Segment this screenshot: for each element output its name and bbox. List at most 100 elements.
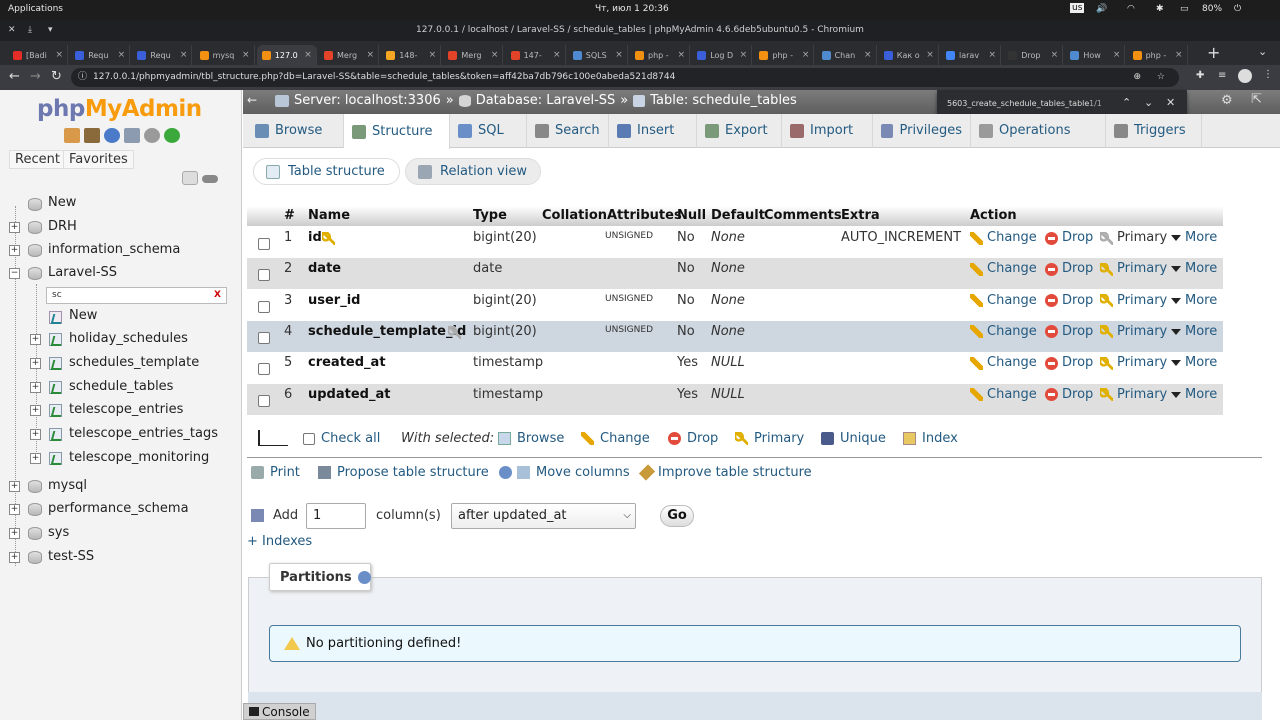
browser-tab[interactable]: Как о ×	[879, 45, 939, 65]
browser-tab[interactable]: larav ×	[941, 45, 1001, 65]
table-row[interactable]: 5 created_at timestamp Yes NULL Change Drop Pri…	[247, 352, 1223, 384]
sidebar-table-item[interactable]: schedules_template	[69, 354, 199, 372]
browser-tab[interactable]: SQLS ×	[568, 45, 628, 65]
drop-button[interactable]: Drop	[1045, 352, 1093, 374]
browser-tab[interactable]: Merg ×	[319, 45, 379, 65]
bulk-drop-button[interactable]: Drop	[668, 431, 718, 446]
drop-button[interactable]: Drop	[1045, 227, 1093, 249]
row-checkbox[interactable]	[258, 269, 270, 282]
sidebar-table-item[interactable]: schedule_tables	[69, 378, 173, 396]
tab-close-icon[interactable]: ×	[55, 50, 63, 60]
sidebar-db-item[interactable]: Laravel-SS	[48, 264, 117, 282]
primary-button[interactable]: Primary	[1100, 258, 1167, 280]
row-checkbox[interactable]	[258, 300, 270, 313]
find-query[interactable]: 5603_create_schedule_tables_table	[947, 99, 1089, 108]
column-header[interactable]: Default	[711, 206, 765, 226]
recent-tab[interactable]: Recent	[9, 150, 66, 169]
new-tab-button[interactable]: +	[1207, 43, 1220, 62]
change-button[interactable]: Change	[970, 290, 1037, 312]
logout-icon[interactable]	[84, 128, 100, 143]
database-icon[interactable]	[28, 267, 42, 280]
breadcrumb-database[interactable]: Database: Laravel-SS	[476, 93, 616, 108]
favorites-tab[interactable]: Favorites	[63, 150, 134, 169]
browser-tab[interactable]: php - ×	[754, 45, 815, 65]
maximize-icon[interactable]: ⇱	[1251, 92, 1262, 107]
more-dropdown[interactable]: More	[1171, 321, 1217, 343]
browser-tab[interactable]: 148- ×	[381, 45, 442, 65]
expand-icon[interactable]: +	[30, 429, 41, 440]
primary-button[interactable]: Primary	[1100, 384, 1167, 406]
database-icon[interactable]	[28, 527, 42, 540]
expand-icon[interactable]: +	[9, 528, 20, 539]
tab-close-icon[interactable]: ×	[180, 50, 188, 60]
primary-button[interactable]: Primary	[1100, 321, 1167, 343]
browser-tab[interactable]: Requ ×	[132, 45, 193, 65]
tab-close-icon[interactable]: ×	[429, 50, 437, 60]
tab-close-icon[interactable]: ×	[615, 50, 623, 60]
column-header[interactable]: Name	[308, 206, 350, 226]
expand-icon[interactable]: +	[9, 481, 20, 492]
browser-tab[interactable]: php - ×	[630, 45, 690, 65]
browser-tab[interactable]: Log D ×	[692, 45, 753, 65]
database-icon[interactable]	[28, 221, 42, 234]
expand-icon[interactable]: +	[30, 405, 41, 416]
reload-icon[interactable]: ↻	[51, 69, 62, 84]
change-button[interactable]: Change	[970, 352, 1037, 374]
menu-tab-privileges[interactable]: Privileges	[873, 114, 971, 148]
expand-icon[interactable]: +	[30, 382, 41, 393]
table-row[interactable]: 2 date date No None Change Drop Primary More	[247, 258, 1223, 290]
change-button[interactable]: Change	[970, 258, 1037, 280]
home-icon[interactable]	[64, 128, 80, 143]
query-window-icon[interactable]	[104, 128, 120, 143]
table-row[interactable]: 1 id bigint(20) UNSIGNED No None AUTO_INCREMEN…	[247, 227, 1223, 258]
subtab-table-structure[interactable]: Table structure	[253, 158, 400, 185]
sidebar-table-item[interactable]: holiday_schedules	[69, 330, 188, 348]
refresh-nav-icon[interactable]	[164, 128, 180, 143]
database-icon[interactable]	[28, 503, 42, 516]
column-name[interactable]: updated_at	[308, 384, 390, 406]
table-icon[interactable]	[49, 452, 62, 465]
tab-close-icon[interactable]: ×	[1051, 50, 1059, 60]
move-columns-link[interactable]: Move columns	[517, 465, 630, 480]
row-checkbox[interactable]	[258, 394, 270, 407]
tab-close-icon[interactable]: ×	[1113, 50, 1121, 60]
sidebar-db-item[interactable]: information_schema	[48, 241, 180, 259]
menu-tab-browse[interactable]: Browse	[247, 114, 344, 148]
sidebar-table-item[interactable]: telescope_entries	[69, 401, 183, 419]
add-column-count-input[interactable]: 1	[306, 503, 366, 529]
go-button[interactable]: Go	[660, 505, 694, 527]
column-name[interactable]: user_id	[308, 290, 360, 312]
menu-tab-export[interactable]: Export	[697, 114, 782, 148]
tab-close-icon[interactable]: ×	[304, 50, 312, 60]
profile-avatar[interactable]	[1238, 69, 1252, 83]
bulk-browse-button[interactable]: Browse	[498, 431, 564, 446]
improve-structure-link[interactable]: Improve table structure	[638, 464, 812, 481]
table-row[interactable]: 6 updated_at timestamp Yes NULL Change Drop Pri…	[247, 383, 1223, 415]
new-database-link[interactable]: New	[48, 194, 76, 212]
media-icon[interactable]: ≡	[1218, 70, 1226, 81]
expand-icon[interactable]: +	[30, 334, 41, 345]
browser-tab[interactable]: Chan ×	[817, 45, 877, 65]
more-dropdown[interactable]: More	[1171, 227, 1217, 249]
sidebar-db-item[interactable]: sys	[48, 524, 69, 542]
tab-close-icon[interactable]: ×	[802, 50, 810, 60]
column-header[interactable]: Action	[970, 206, 1017, 226]
menu-tab-insert[interactable]: Insert	[609, 114, 697, 148]
more-dropdown[interactable]: More	[1171, 290, 1217, 312]
breadcrumb-server[interactable]: Server: localhost:3306	[294, 93, 441, 108]
extensions-icon[interactable]: ✚	[1196, 70, 1204, 81]
check-all-label[interactable]: Check all	[321, 431, 380, 446]
browser-tab[interactable]: 147- ×	[506, 45, 566, 65]
drop-button[interactable]: Drop	[1045, 384, 1093, 406]
add-position-select[interactable]: after updated_at ⌵	[451, 503, 636, 529]
browser-tab[interactable]: 127.0 ×	[256, 45, 317, 65]
column-header[interactable]: #	[284, 206, 295, 226]
column-header[interactable]: Extra	[841, 206, 880, 226]
change-button[interactable]: Change	[970, 321, 1037, 343]
column-name[interactable]: created_at	[308, 352, 386, 374]
sidebar-db-item[interactable]: performance_schema	[48, 500, 189, 518]
table-icon[interactable]	[49, 333, 62, 346]
column-name[interactable]: schedule_template_id	[308, 321, 466, 343]
browser-tab[interactable]: Drop ×	[1003, 45, 1064, 65]
settings-gear-icon[interactable]: ⚙	[1221, 93, 1233, 108]
